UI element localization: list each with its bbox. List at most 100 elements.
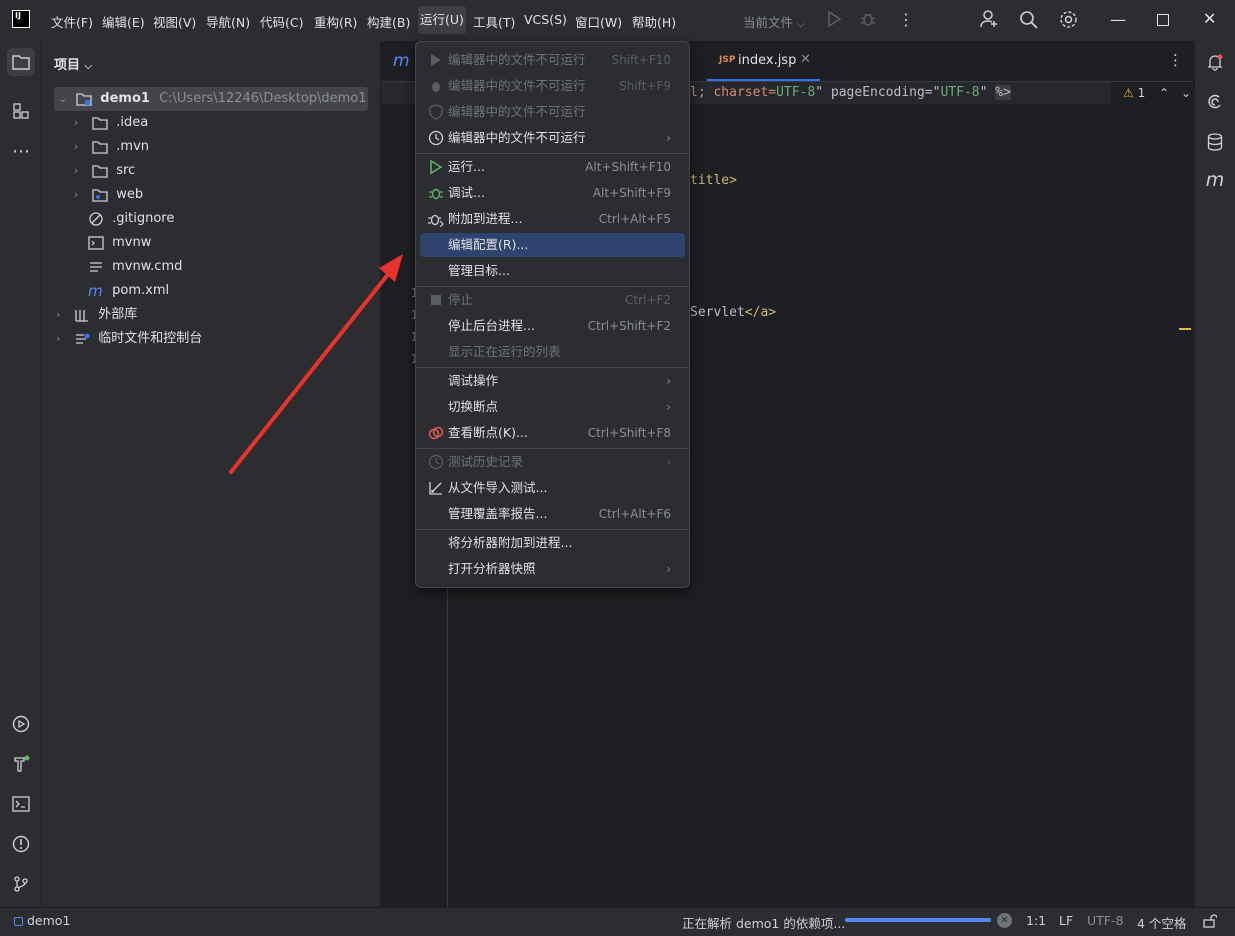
menu-item-attach-profiler[interactable]: 将分析器附加到进程... [420,531,685,555]
menu-item-label: 管理覆盖率报告... [448,506,548,521]
intellij-logo-icon[interactable]: IJ [12,10,30,28]
pom-tab-maven-icon[interactable]: m [393,51,410,71]
chevron-right-icon: › [666,374,671,388]
tree-item-web[interactable]: › web [74,183,143,207]
menu-build[interactable]: 构建(B) [367,12,410,30]
tree-item-mvn[interactable]: › .mvn [74,135,149,159]
menu-item-run-current-file[interactable]: 编辑器中的文件不可运行 Shift+F10 [420,48,685,72]
git-branch-icon[interactable] [8,871,34,897]
tree-item-src[interactable]: › src [74,159,135,183]
menu-item-stop-background[interactable]: 停止后台进程... Ctrl+Shift+F2 [420,314,685,338]
problems-icon[interactable] [8,831,34,857]
more-vertical-icon[interactable]: ⋮ [898,10,914,29]
menu-item-show-running-list[interactable]: 显示正在运行的列表 [420,340,685,364]
tree-item-mvnw[interactable]: mvnw [88,231,151,255]
lock-icon[interactable] [1203,914,1218,931]
menu-item-import-tests[interactable]: 从文件导入测试... [420,476,685,500]
settings-gear-icon[interactable] [1059,10,1078,33]
project-panel-title[interactable]: 项目 ⌵ [54,54,92,73]
project-folder-icon[interactable] [7,48,35,76]
menu-vcs[interactable]: VCS(S) [524,12,567,30]
menu-navigate[interactable]: 导航(N) [206,12,250,30]
run-config-selector[interactable]: 当前文件 ⌵ [743,12,805,31]
menu-item-run[interactable]: 运行... Alt+Shift+F10 [420,155,685,179]
menu-item-coverage-current-file[interactable]: 编辑器中的文件不可运行 [420,100,685,124]
menu-item-attach-to-process[interactable]: 附加到进程... Ctrl+Alt+F5 [420,207,685,231]
add-user-icon[interactable] [979,9,999,33]
status-background-task[interactable]: 正在解析 demo1 的依赖项... [682,913,845,932]
status-encoding[interactable]: UTF-8 [1087,913,1123,928]
run-play-icon[interactable] [826,10,842,32]
inspection-widget[interactable]: ⚠ 1 ⌃ ⌄ [1123,86,1191,100]
debug-bug-icon [432,82,440,92]
notifications-bell-icon[interactable] [1202,49,1228,75]
run-play-icon [430,159,443,175]
menu-edit[interactable]: 编辑(E) [102,12,145,30]
code-line-11[interactable]: Servlet</a> [690,305,776,320]
build-hammer-icon[interactable] [8,751,34,777]
minimize-icon[interactable]: — [1110,10,1126,29]
status-project-name: demo1 [27,913,71,928]
terminal-icon[interactable] [8,791,34,817]
tree-item-pom[interactable]: m pom.xml [88,279,169,303]
menu-item-stop[interactable]: 停止 Ctrl+F2 [420,288,685,312]
menu-item-manage-coverage[interactable]: 管理覆盖率报告... Ctrl+Alt+F6 [420,502,685,526]
tab-close-icon[interactable]: ✕ [800,52,811,67]
menu-item-toggle-breakpoint[interactable]: 切换断点 › [420,395,685,419]
menu-item-view-breakpoints[interactable]: 查看断点(K)... Ctrl+Shift+F8 [420,421,685,445]
menu-item-label: 从文件导入测试... [448,480,548,495]
menu-item-manage-targets[interactable]: 管理目标... [420,259,685,283]
cancel-task-close-icon[interactable]: ✕ [997,913,1012,928]
tree-item-gitignore[interactable]: .gitignore [88,207,174,231]
menu-item-debug-actions[interactable]: 调试操作 › [420,369,685,393]
tab-index-jsp[interactable]: JSP index.jsp ✕ [707,41,820,81]
menu-tools[interactable]: 工具(T) [473,12,515,30]
menu-item-debug-current-file[interactable]: 编辑器中的文件不可运行 Shift+F9 [420,74,685,98]
close-icon[interactable]: ✕ [1203,9,1216,28]
search-icon[interactable] [1019,10,1038,33]
code-line-5[interactable]: title> [690,173,737,188]
maximize-icon[interactable] [1157,14,1169,26]
menu-item-debug[interactable]: 调试... Alt+Shift+F9 [420,181,685,205]
tree-item-scratches[interactable]: › 临时文件和控制台 [56,327,202,351]
menu-view[interactable]: 视图(V) [153,12,196,30]
tab-options-more-icon[interactable]: ⋮ [1168,51,1183,69]
menu-item-label: 管理目标... [448,263,510,278]
menu-item-shortcut: Ctrl+Shift+F2 [587,319,671,333]
menu-item-edit-configurations[interactable]: 编辑配置(R)... [420,233,685,257]
menu-help[interactable]: 帮助(H) [632,12,676,30]
warning-count: 1 [1137,86,1146,100]
tab-label: index.jsp [738,53,797,68]
maven-tool-icon[interactable]: m [1202,167,1228,193]
menu-refactor[interactable]: 重构(R) [314,12,357,30]
debug-bug-icon[interactable] [859,10,877,32]
more-horizontal-icon[interactable]: ⋯ [8,138,34,164]
ai-assistant-icon[interactable] [1202,89,1228,115]
menu-item-profile-current-file[interactable]: 编辑器中的文件不可运行 › [420,126,685,150]
structure-icon[interactable] [8,98,34,124]
database-icon[interactable] [1202,129,1228,155]
error-stripe-marker[interactable] [1179,328,1191,330]
status-indent[interactable]: 4 个空格 [1137,913,1186,932]
status-line-separator[interactable]: LF [1059,913,1073,928]
status-caret-position[interactable]: 1:1 [1026,913,1046,928]
chevron-down-icon[interactable]: ⌄ [1181,86,1191,100]
tree-root-demo1[interactable]: ⌄ demo1 C:\Users\12246\Desktop\demo1 [54,87,368,111]
menu-run[interactable]: 运行(U) [418,6,466,34]
menu-item-test-history[interactable]: 测试历史记录 › [420,450,685,474]
tree-item-label: .idea [116,115,149,130]
status-project-breadcrumb[interactable]: demo1 [14,913,70,928]
code-token: %> [995,85,1011,100]
menu-file[interactable]: 文件(F) [51,12,93,30]
scratches-icon [76,333,90,344]
menu-item-open-profiler-snapshot[interactable]: 打开分析器快照 › [420,557,685,581]
tree-item-idea[interactable]: › .idea [74,111,148,135]
tree-item-external-libs[interactable]: › 外部库 [56,303,137,327]
code-line-1[interactable]: l; charset=UTF-8" pageEncoding="UTF-8" %… [690,85,1011,100]
module-icon [14,917,23,926]
services-icon[interactable] [8,711,34,737]
menu-code[interactable]: 代码(C) [260,12,303,30]
tree-item-mvnw-cmd[interactable]: mvnw.cmd [88,255,182,279]
menu-window[interactable]: 窗口(W) [575,12,622,30]
chevron-up-icon[interactable]: ⌃ [1159,86,1169,100]
